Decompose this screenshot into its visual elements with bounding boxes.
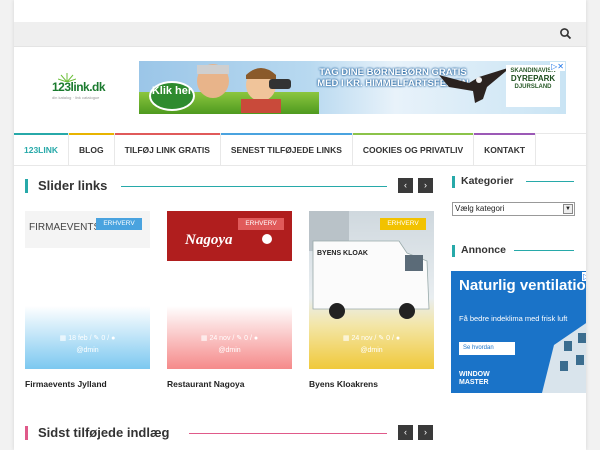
sidebar-ad[interactable]: Naturlig ventilation Få bedre indeklima … (451, 271, 586, 393)
calendar-icon: ▦ (342, 335, 350, 342)
svg-text:FIRMAEVENTS: FIRMAEVENTS (29, 222, 100, 233)
building-image (542, 323, 586, 393)
slider-section-header: Slider links ‹ › (25, 178, 435, 198)
logo-tagline: din katalog · link catalogue (52, 95, 100, 100)
ad-brand: WINDOW MASTER (459, 371, 490, 386)
calendar-icon: ▦ (59, 335, 67, 342)
card-meta: ▦ 24 nov / ✎ 0 / ● @dmin (342, 335, 401, 354)
banner-brand: SKANDINAVISK DYREPARK DJURSLAND (506, 65, 560, 107)
header-banner-ad[interactable]: Klik her TAG DINE BØRNEBØRN GRATIS MED I… (139, 61, 566, 114)
comment-icon: ✎ (236, 335, 243, 342)
user-icon: ● (395, 335, 401, 342)
main-nav: 123LINK BLOG TILFØJ LINK GRATIS SENEST T… (14, 133, 586, 166)
slider-next-button[interactable]: › (418, 178, 433, 193)
page: 123link.dk din katalog · link catalogue … (14, 0, 586, 450)
nav-item-123link[interactable]: 123LINK (14, 133, 70, 166)
card-title[interactable]: Firmaevents Jylland (25, 379, 107, 389)
ad-headline: Naturlig ventilation (459, 277, 586, 294)
category-badge[interactable]: ERHVERV (96, 218, 142, 230)
category-badge[interactable]: ERHVERV (380, 218, 426, 230)
site-logo[interactable]: 123link.dk din katalog · link catalogue (52, 72, 114, 104)
card-title[interactable]: Byens Kloakrens (309, 379, 378, 389)
card-meta: ▦ 24 nov / ✎ 0 / ● @dmin (200, 335, 259, 354)
svg-text:BYENS KLOAK: BYENS KLOAK (317, 250, 368, 257)
categories-header: Kategorier (452, 175, 576, 191)
search-icon[interactable] (559, 27, 572, 40)
widget-title: Annonce (461, 244, 506, 256)
recent-prev-button[interactable]: ‹ (398, 425, 413, 440)
category-select[interactable]: Vælg kategori ▼ (452, 202, 575, 216)
section-title: Sidst tilføjede indlæg (38, 425, 170, 440)
nav-item-cookies[interactable]: COOKIES OG PRIVATLIV (352, 133, 475, 166)
calendar-icon: ▦ (200, 335, 208, 342)
card-meta: ▦ 18 feb / ✎ 0 / ● @dmin (59, 335, 116, 354)
top-bar (14, 22, 586, 47)
widget-title: Kategorier (461, 175, 514, 187)
nav-item-recent-links[interactable]: SENEST TILFØJEDE LINKS (220, 133, 353, 166)
banner-click-button[interactable]: Klik her (149, 81, 195, 111)
svg-text:Nagoya: Nagoya (184, 232, 233, 248)
slider-card[interactable]: BYENS KLOAK ERHVERV ▦ 24 nov / ✎ 0 / ● @… (309, 211, 434, 369)
recent-next-button[interactable]: › (418, 425, 433, 440)
ad-choices-icon[interactable]: ▷✕ (582, 272, 586, 281)
section-title: Slider links (38, 178, 108, 193)
nav-item-add-link[interactable]: TILFØJ LINK GRATIS (114, 133, 221, 166)
comment-icon: ✎ (93, 335, 100, 342)
card-title[interactable]: Restaurant Nagoya (167, 379, 244, 389)
recent-section-header: Sidst tilføjede indlæg ‹ › (25, 425, 435, 445)
user-icon: ● (111, 335, 116, 342)
user-icon: ● (253, 335, 259, 342)
ad-choices-icon[interactable]: ▷✕ (550, 62, 565, 71)
slider-prev-button[interactable]: ‹ (398, 178, 413, 193)
category-badge[interactable]: ERHVERV (238, 218, 284, 230)
comment-icon: ✎ (378, 335, 385, 342)
logo-text: 123link.dk (52, 80, 106, 94)
slider-card[interactable]: FIRMAEVENTS ERHVERV ▦ 18 feb / ✎ 0 / ● @… (25, 211, 150, 369)
children-binoculars-image (197, 64, 291, 113)
nav-item-blog[interactable]: BLOG (69, 133, 115, 166)
chevron-down-icon[interactable]: ▼ (563, 204, 573, 214)
ad-subtext: Få bedre indeklima med frisk luft (459, 314, 568, 323)
ad-header: Annonce (452, 244, 576, 260)
ad-cta-button[interactable]: Se hvordan (459, 342, 515, 355)
slider-card[interactable]: Nagoya ERHVERV ▦ 24 nov / ✎ 0 / ● @dmin (167, 211, 292, 369)
eagle-image (439, 67, 511, 103)
nav-item-contact[interactable]: KONTAKT (474, 133, 537, 166)
